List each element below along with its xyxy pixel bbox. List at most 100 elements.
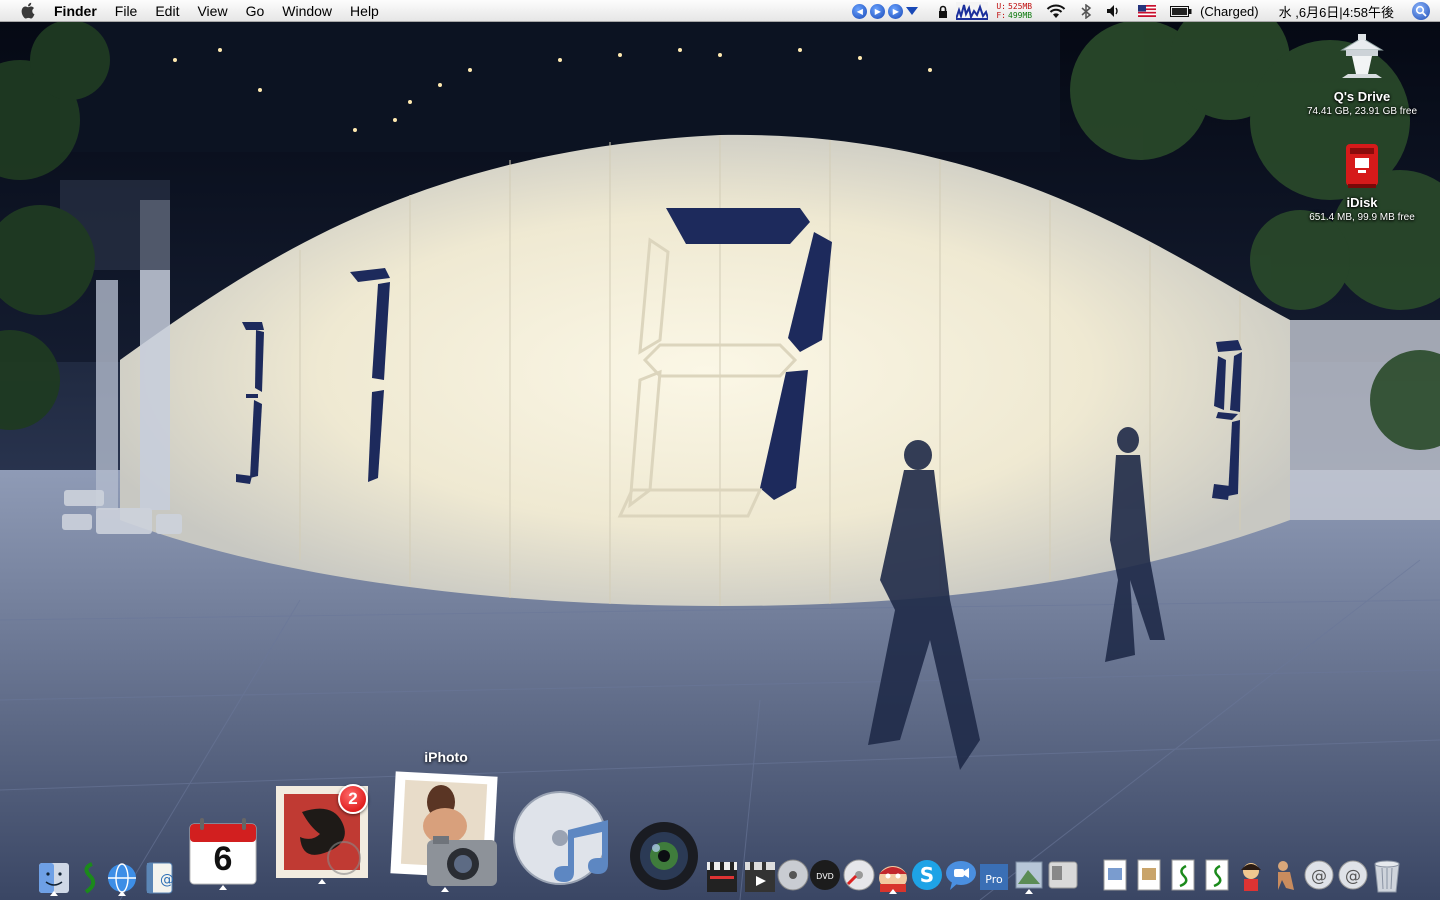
boot-camp-icon [1048,861,1078,889]
itunes-controls: ◀ ▶ ▶ [852,0,919,22]
bluetooth-icon[interactable] [1080,0,1092,22]
menu-view[interactable]: View [188,0,236,22]
dock-dvd-studio[interactable]: DVD [808,858,842,892]
us-flag-icon[interactable] [1138,0,1157,22]
dock-skype[interactable]: S [910,858,944,892]
spotlight-icon[interactable] [1412,2,1430,20]
svg-text:DVD: DVD [816,872,834,881]
dock-final-cut[interactable] [704,858,740,894]
finder-icon [39,863,69,893]
desktop-icon-info: 651.4 MB, 99.9 MB free [1309,212,1415,223]
dock-mail[interactable]: 2 [272,782,372,884]
desktop-icon-name: Q's Drive [1333,89,1391,104]
movie-clapper-icon [745,862,775,892]
dock-mail-app-2[interactable]: @ [1336,858,1370,892]
dock-mail-app-1[interactable]: @ [1302,858,1336,892]
desktop-wallpaper [0,0,1440,900]
menu-bar: Finder File Edit View Go Window Help ◀ ▶… [0,0,1440,22]
at-sign-icon: @ [1338,860,1368,890]
hard-drive-icon [1334,34,1390,86]
dock-aperture[interactable]: Pro [978,858,1012,892]
dock-doll[interactable] [1234,858,1268,892]
cpu-graph-icon[interactable] [956,0,989,22]
script-editor-icon [84,862,96,894]
svg-text:@: @ [160,872,174,888]
aperture-icon: Pro [980,864,1008,890]
dock-ichat[interactable] [944,858,978,892]
document-icon [1137,859,1161,891]
memory-monitor[interactable]: U: 525MB F: 499MB [996,0,1032,22]
skype-icon: S [912,860,942,890]
dock-cd-burn[interactable] [842,858,876,892]
svg-text:@: @ [1345,866,1361,885]
volume-icon[interactable] [1106,0,1122,22]
cartoon-character-icon [879,866,907,892]
memory-free-label: F: [996,11,1006,20]
desktop-icon-info: 74.41 GB, 23.91 GB free [1306,106,1418,117]
menu-go[interactable]: Go [237,0,274,22]
dock-figure[interactable] [1268,858,1302,892]
menu-triangle-icon[interactable] [906,7,919,15]
dock-address-book[interactable]: @ [144,862,174,894]
menu-file[interactable]: File [106,0,147,22]
wifi-icon[interactable] [1046,0,1066,22]
desktop-icon-qs-drive[interactable]: Q's Drive 74.41 GB, 23.91 GB free [1282,34,1440,117]
camera-lens-icon [630,822,698,890]
memory-free-value: 499MB [1008,11,1033,20]
dock-finder[interactable] [38,862,70,896]
menu-edit[interactable]: Edit [146,0,188,22]
memory-used-value: 525MB [1008,2,1033,11]
itunes-icon [513,791,608,885]
desktop-icon-name: iDisk [1346,195,1378,210]
lock-icon[interactable] [938,0,948,22]
menu-help[interactable]: Help [341,0,388,22]
svg-text:S: S [920,863,934,887]
chat-bubble-icon [946,861,976,890]
memory-used-label: U: [996,2,1006,11]
svg-text:@: @ [1311,866,1327,885]
dock-imovie[interactable] [742,858,778,894]
menu-extras: ◀ ▶ ▶ U: 525MB F: 499MB (Charged) 水 ,6月6… [848,0,1440,22]
idisk-mailbox-icon [1334,140,1390,192]
dock-south-park[interactable] [876,858,910,894]
desktop-icon-idisk[interactable]: iDisk 651.4 MB, 99.9 MB free [1282,140,1440,223]
itunes-play-icon[interactable]: ▶ [870,3,886,19]
wallpaper-scene [0,0,1440,900]
dock-script-doc-1[interactable] [1166,858,1200,892]
dock-iphoto[interactable] [385,768,505,892]
disc-icon [777,859,809,891]
menu-app-name[interactable]: Finder [54,0,106,22]
script-document-icon [1205,859,1229,891]
trash-icon [1374,860,1400,893]
address-book-icon: @ [146,862,174,894]
dock-pdf-doc-1[interactable] [1098,858,1132,892]
iphoto-icon [390,771,498,886]
dock-script-doc-2[interactable] [1200,858,1234,892]
menu-window[interactable]: Window [273,0,341,22]
dock-itunes[interactable] [508,782,624,886]
dock-network[interactable] [106,862,138,896]
dock-trash[interactable] [1370,856,1404,894]
itunes-next-icon[interactable]: ▶ [888,3,904,19]
mail-unread-badge: 2 [338,784,368,814]
doll-icon [1241,863,1261,891]
battery-status[interactable]: (Charged) [1200,0,1259,22]
svg-text:Pro: Pro [985,873,1003,886]
dock-photo-booth[interactable] [628,820,700,892]
dock-pdf-doc-2[interactable] [1132,858,1166,892]
dock-ical[interactable]: 6 [186,814,260,890]
apple-icon[interactable] [18,2,36,20]
dock-script-editor[interactable] [78,862,100,894]
battery-icon[interactable] [1170,0,1192,22]
dock-boot-camp[interactable] [1046,858,1080,892]
menu-clock[interactable]: 水 ,6月6日|4:58午後 [1279,0,1394,22]
preview-icon [1015,861,1043,889]
calendar-day: 6 [213,840,233,878]
dock-dvd-player[interactable] [776,858,810,892]
itunes-prev-icon[interactable]: ◀ [852,3,868,19]
at-sign-icon: @ [1304,860,1334,890]
figure-icon [1278,861,1294,890]
globe-icon [108,863,136,893]
clapper-icon [707,862,737,892]
dock-preview[interactable] [1012,858,1046,894]
